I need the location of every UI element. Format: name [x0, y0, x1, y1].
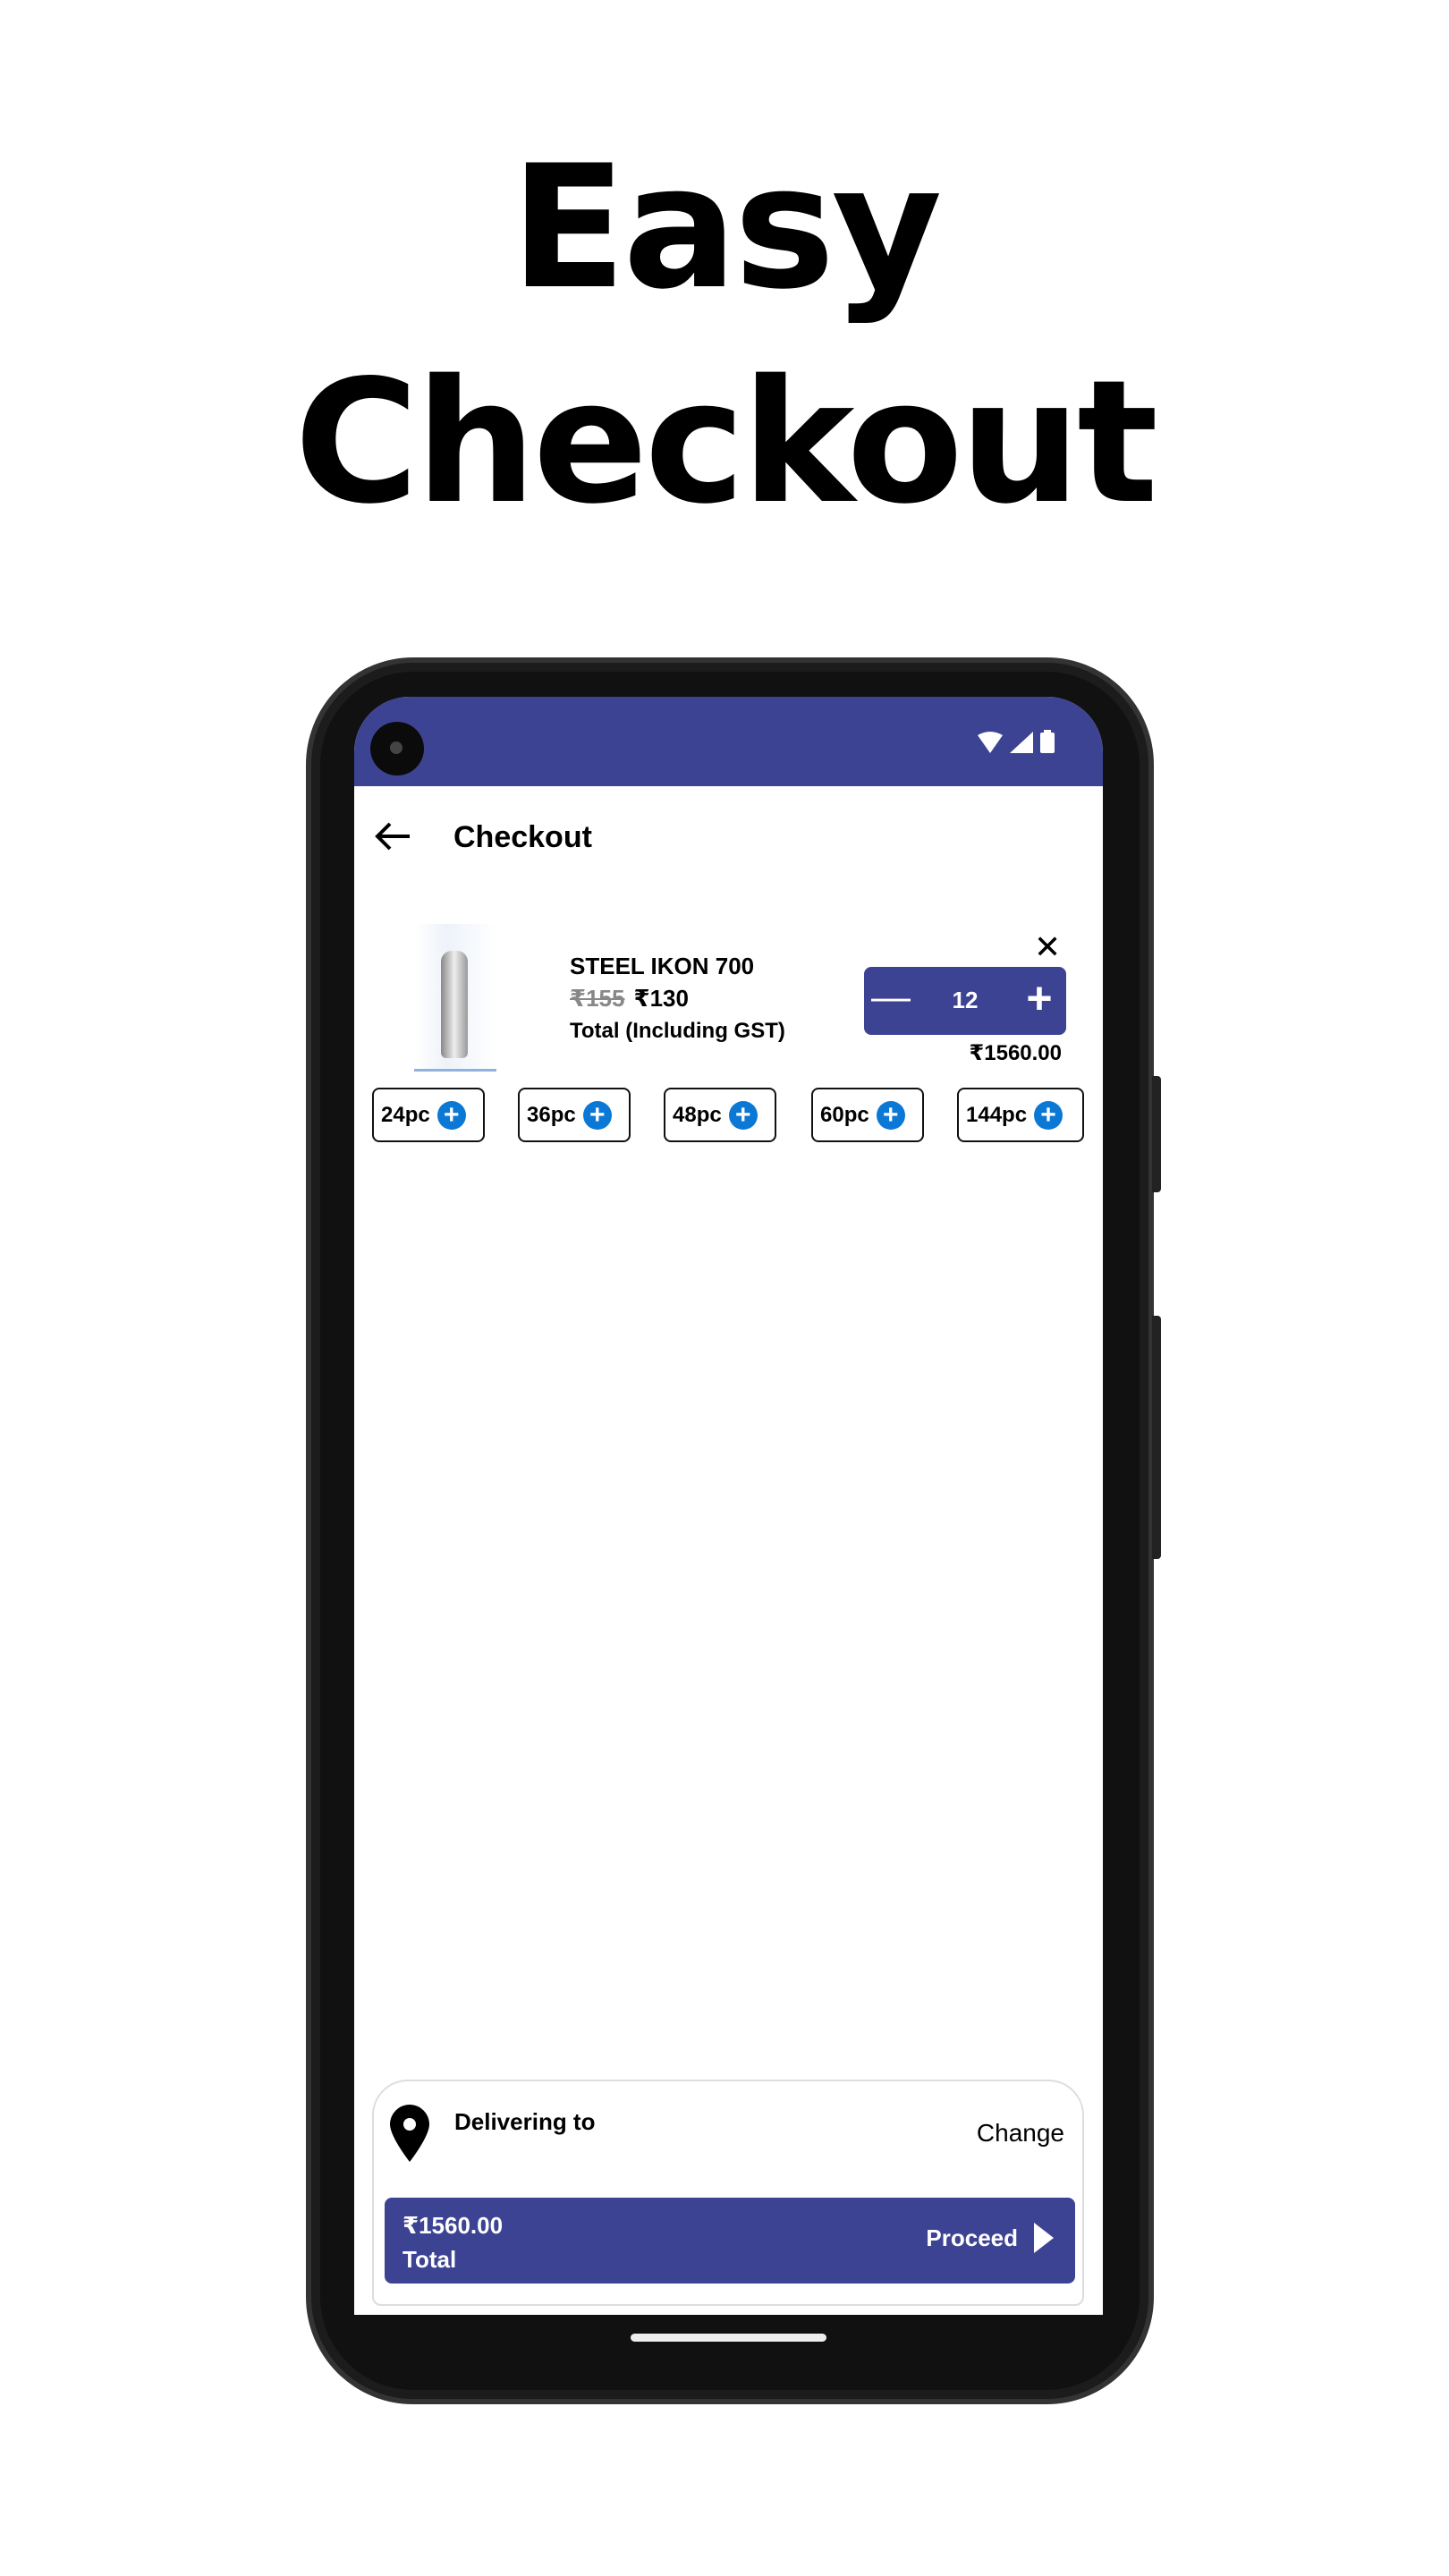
- play-arrow-icon: [1034, 2223, 1054, 2253]
- arrow-left-icon[interactable]: [370, 818, 415, 854]
- plus-circle-icon: +: [1034, 1100, 1063, 1130]
- quick-add-24pc[interactable]: 24pc +: [372, 1088, 485, 1142]
- volume-button: [1152, 1316, 1161, 1559]
- line-total: ₹1560.00: [969, 1041, 1062, 1065]
- product-image: [414, 924, 496, 1072]
- status-bar: [354, 697, 1103, 786]
- signal-icon: [1010, 732, 1033, 753]
- product-prices: ₹155 ₹130: [570, 985, 689, 1013]
- sale-price: ₹130: [633, 985, 689, 1012]
- plus-icon[interactable]: +: [1021, 976, 1057, 1021]
- quantity-stepper: — 12 +: [864, 967, 1066, 1035]
- chip-label: 48pc: [673, 1102, 722, 1127]
- plus-circle-icon: +: [876, 1100, 905, 1130]
- screen: Checkout STEEL IKON 700 ₹155 ₹130 Total (…: [354, 697, 1103, 2315]
- product-name: STEEL IKON 700: [570, 953, 755, 979]
- chip-label: 36pc: [527, 1102, 576, 1127]
- headline-line2: Checkout: [293, 343, 1158, 541]
- page-title: Checkout: [453, 820, 592, 854]
- plus-circle-icon: +: [728, 1100, 758, 1130]
- headline-line1: Easy: [510, 129, 943, 326]
- home-indicator[interactable]: [631, 2334, 826, 2342]
- change-address-button[interactable]: Change: [977, 2119, 1064, 2148]
- proceed-button[interactable]: Proceed: [926, 2223, 1054, 2253]
- chip-label: 24pc: [381, 1102, 430, 1127]
- delivery-card: Delivering to Change ₹1560.00 Total Proc…: [372, 2080, 1084, 2306]
- wifi-icon: [978, 732, 1003, 753]
- quantity-value: 12: [952, 987, 979, 1013]
- minus-icon[interactable]: —: [871, 978, 911, 1017]
- quick-add-36pc[interactable]: 36pc +: [518, 1088, 631, 1142]
- quick-add-144pc[interactable]: 144pc +: [957, 1088, 1084, 1142]
- checkout-bar: ₹1560.00 Total Proceed: [385, 2198, 1075, 2284]
- close-icon[interactable]: ✕: [1034, 931, 1061, 963]
- proceed-label: Proceed: [926, 2224, 1018, 2251]
- chip-label: 144pc: [966, 1102, 1028, 1127]
- plus-circle-icon: +: [582, 1100, 612, 1130]
- chip-label: 60pc: [820, 1102, 869, 1127]
- plus-circle-icon: +: [436, 1100, 466, 1130]
- app-bar: Checkout: [354, 813, 1103, 867]
- delivering-to-label: Delivering to: [454, 2108, 596, 2135]
- quick-add-60pc[interactable]: 60pc +: [811, 1088, 924, 1142]
- location-pin-icon: [390, 2105, 429, 2162]
- battery-icon: [1040, 730, 1055, 753]
- quick-add-48pc[interactable]: 48pc +: [664, 1088, 776, 1142]
- camera-cutout: [370, 722, 424, 775]
- total-label: Total (Including GST): [570, 1019, 785, 1043]
- footer-total-label: Total: [402, 2246, 457, 2273]
- footer-total: ₹1560.00: [402, 2212, 504, 2239]
- original-price: ₹155: [570, 985, 625, 1012]
- power-button: [1152, 1076, 1161, 1192]
